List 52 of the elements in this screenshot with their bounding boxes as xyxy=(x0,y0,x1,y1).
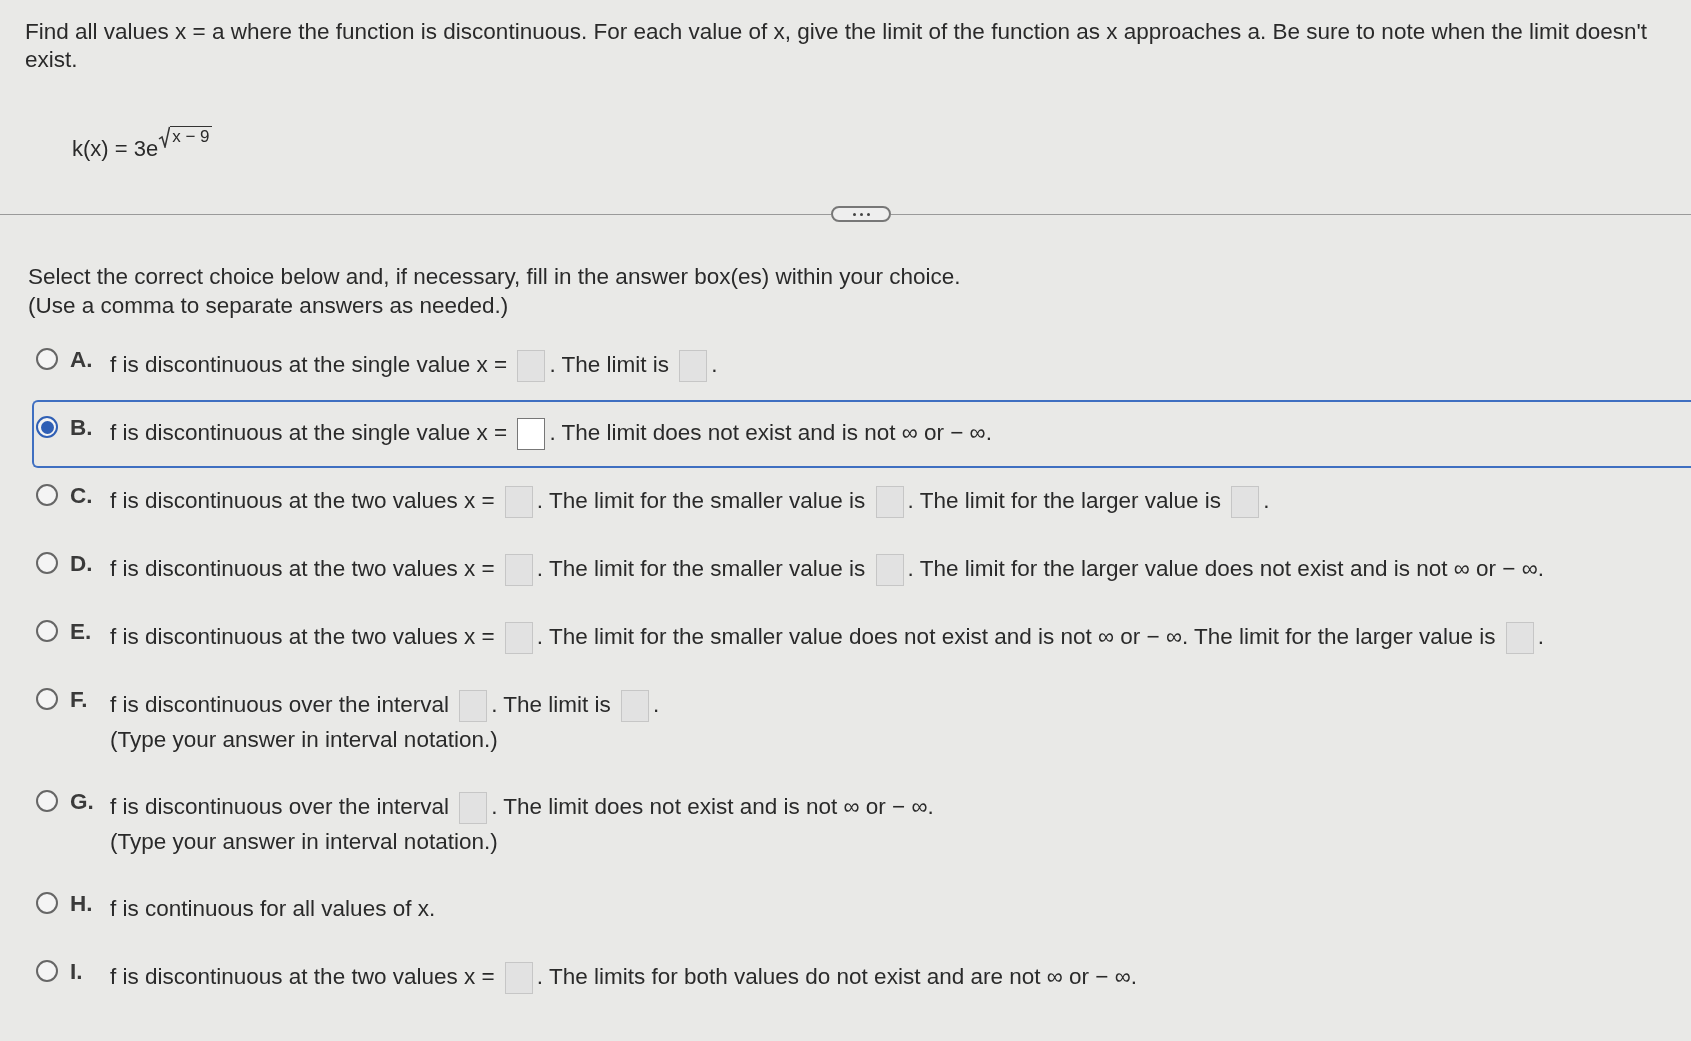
choice-text: f is discontinuous at the two values x = xyxy=(110,964,495,989)
radio-button[interactable] xyxy=(36,416,58,438)
expand-button[interactable] xyxy=(831,206,891,222)
choice-letter: D. xyxy=(70,551,94,577)
choice-text: . xyxy=(1537,624,1544,649)
note-text: (Type your answer in interval notation.) xyxy=(110,726,499,754)
choice-letter: B. xyxy=(70,415,94,441)
choice-letter: A. xyxy=(70,347,94,373)
radicand: x − 9 xyxy=(170,126,212,146)
choice-letter: G. xyxy=(70,789,95,815)
choice-text: . The limit does not exist and is not ∞ or − ∞. xyxy=(549,420,992,445)
choice-text: f is continuous for all values of x. xyxy=(110,896,436,921)
choice-text: f is discontinuous at the two values x = xyxy=(110,556,495,581)
radical-sign-icon xyxy=(158,126,171,148)
choice-text: . xyxy=(1263,488,1270,513)
choice-text: f is discontinuous at the two values x = xyxy=(110,488,495,513)
radio-button[interactable] xyxy=(36,892,58,914)
radio-button[interactable] xyxy=(36,552,58,574)
choice-text: . xyxy=(653,692,660,717)
instruction-text: Select the correct choice below and, if necessary, fill in the answer box(es) within your choice. xyxy=(28,263,962,291)
choice-letter: F. xyxy=(70,687,89,713)
radio-button[interactable] xyxy=(36,620,58,642)
answer-box[interactable] xyxy=(517,418,546,451)
choice-text: . The limit for the larger value is xyxy=(907,488,1222,513)
radio-button[interactable] xyxy=(36,484,58,506)
choice-text: . The limit is xyxy=(491,692,611,717)
radio-button[interactable] xyxy=(36,960,58,982)
choice-text: . The limit does not exist and is not ∞ or − ∞. xyxy=(491,794,934,819)
choice-letter: C. xyxy=(70,483,94,509)
radio-button[interactable] xyxy=(36,790,58,812)
choice-text: f is discontinuous at the single value x = xyxy=(110,352,508,377)
choice-text: f is discontinuous over the interval xyxy=(110,794,449,819)
choice-text: . The limits for both values do not exist and are not ∞ or − ∞. xyxy=(536,964,1137,989)
choice-text: f is discontinuous at the two values x = xyxy=(110,624,495,649)
question-text: Find all values x = a where the function is discontinuous. For each value of x, give the limit of the function as x approaches a. Be sure to note when the limit doesn't exist. xyxy=(25,18,1649,74)
choice-text: . The limit for the smaller value is xyxy=(536,488,866,513)
instruction-text: (Use a comma to separate answers as needed.) xyxy=(28,292,510,320)
choice-letter: I. xyxy=(70,959,84,985)
choice-letter: E. xyxy=(70,619,93,645)
choice-text: f is discontinuous at the single value x = xyxy=(110,420,508,445)
radio-button[interactable] xyxy=(36,688,58,710)
radio-button[interactable] xyxy=(36,348,58,370)
choice-letter: H. xyxy=(70,891,94,917)
choice-text: . The limit for the larger value does not exist and is not ∞ or xyxy=(907,556,1496,581)
function-formula: k(x) = 3e xyxy=(72,136,159,162)
choice-text: . The limit for the smaller value is xyxy=(536,556,866,581)
choice-text: . The limit for the smaller value does not exist and is not ∞ or − ∞. The limit for the larger value is xyxy=(536,624,1496,649)
choice-text: . xyxy=(711,352,718,377)
choice-text: f is discontinuous over the interval xyxy=(110,692,449,717)
note-text: (Type your answer in interval notation.) xyxy=(110,828,499,856)
choice-text: − ∞. xyxy=(1502,556,1544,581)
choice-text: . The limit is xyxy=(549,352,669,377)
